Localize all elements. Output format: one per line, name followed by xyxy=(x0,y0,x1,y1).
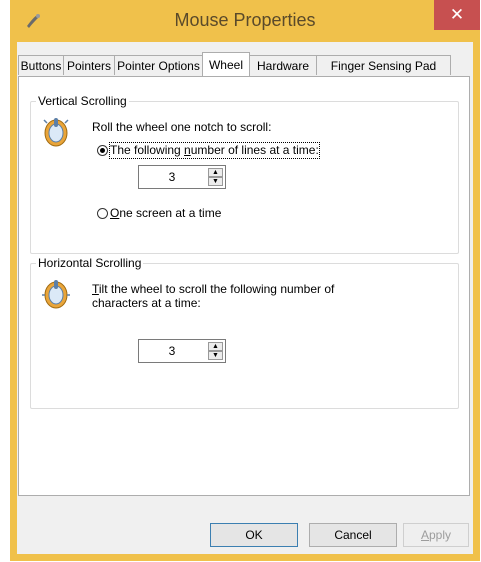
window-title: Mouse Properties xyxy=(174,10,316,30)
lines-radio-label[interactable]: The following number of lines at a time: xyxy=(109,142,320,159)
horizontal-scrolling-label: Horizontal Scrolling xyxy=(36,256,144,270)
chars-value[interactable]: 3 xyxy=(139,340,205,362)
lines-down-arrow-icon[interactable]: ▼ xyxy=(208,177,223,186)
screen-radio-label[interactable]: One screen at a time xyxy=(110,206,221,221)
ok-button[interactable]: OK xyxy=(210,523,298,547)
chars-down-arrow-icon[interactable]: ▼ xyxy=(208,351,223,360)
apply-button[interactable]: Apply xyxy=(403,523,469,547)
horizontal-scrolling-group: Horizontal Scrolling Tilt the wheel to s… xyxy=(30,256,459,409)
tab-pointers[interactable]: Pointers xyxy=(63,55,115,75)
lines-spin-buttons: ▲ ▼ xyxy=(208,168,223,186)
lines-spinner[interactable]: 3 ▲ ▼ xyxy=(138,165,226,189)
chars-spin-buttons: ▲ ▼ xyxy=(208,342,223,360)
close-button[interactable]: ✕ xyxy=(434,0,480,30)
title-bar[interactable]: Mouse Properties ✕ xyxy=(10,0,480,42)
chars-spinner[interactable]: 3 ▲ ▼ xyxy=(138,339,226,363)
wheel-tab-panel: Vertical Scrolling Roll the wheel one no… xyxy=(18,76,470,496)
close-icon: ✕ xyxy=(449,5,465,24)
tab-pointer-options[interactable]: Pointer Options xyxy=(114,55,203,75)
dialog-client-area: Buttons Pointers Pointer Options Wheel H… xyxy=(17,42,473,554)
horizontal-description-line1: Tilt the wheel to scroll the following n… xyxy=(92,282,335,296)
lines-up-arrow-icon[interactable]: ▲ xyxy=(208,168,223,177)
vertical-scrolling-group: Vertical Scrolling Roll the wheel one no… xyxy=(30,94,459,254)
horizontal-description-line2: characters at a time: xyxy=(92,296,201,310)
tab-finger-sensing-pad[interactable]: Finger Sensing Pad xyxy=(316,55,451,75)
vertical-scrolling-label: Vertical Scrolling xyxy=(36,94,129,108)
mouse-properties-window: Mouse Properties ✕ Buttons Pointers Poin… xyxy=(10,0,480,561)
chars-up-arrow-icon[interactable]: ▲ xyxy=(208,342,223,351)
screen-radio[interactable] xyxy=(97,208,108,219)
lines-radio[interactable] xyxy=(97,145,108,156)
lines-radio-dot xyxy=(100,148,105,153)
tilt-wheel-icon xyxy=(42,280,70,309)
tab-wheel[interactable]: Wheel xyxy=(202,52,250,76)
mouse-wheel-icon xyxy=(43,118,69,147)
cancel-button[interactable]: Cancel xyxy=(309,523,397,547)
vertical-description: Roll the wheel one notch to scroll: xyxy=(92,120,272,134)
lines-value[interactable]: 3 xyxy=(139,166,205,188)
tab-buttons[interactable]: Buttons xyxy=(18,55,64,75)
tab-hardware[interactable]: Hardware xyxy=(249,55,317,75)
